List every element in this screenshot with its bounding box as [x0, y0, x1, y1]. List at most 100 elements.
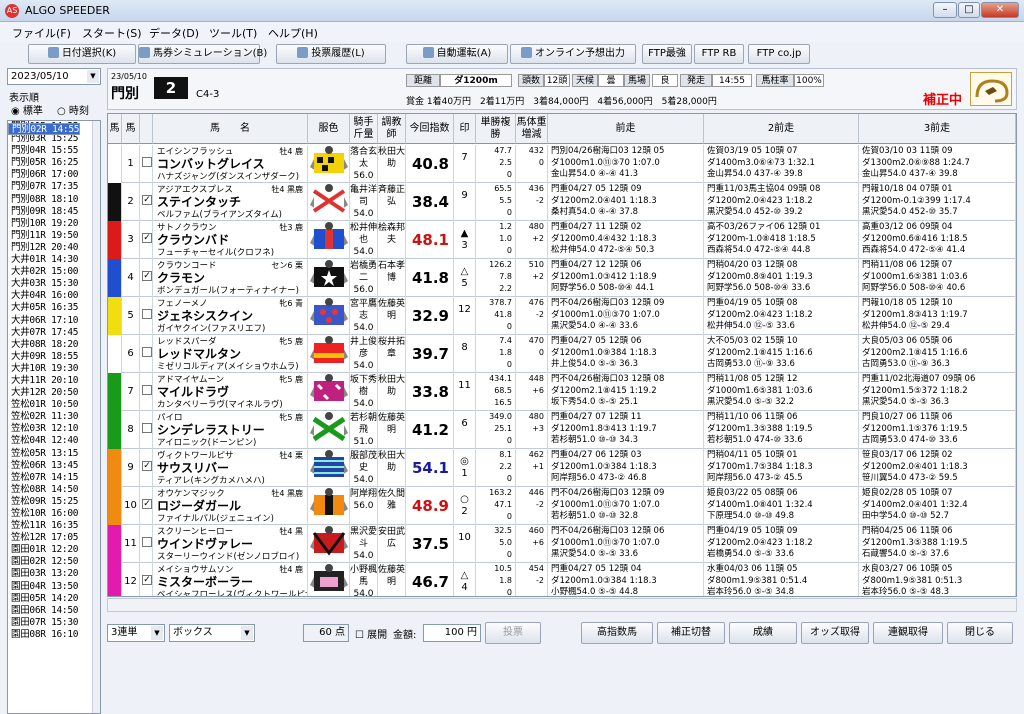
table-row[interactable]: 8 パイロ 牝5 鹿シンデレラストリー アイロニック(ドーンピン) 若杉朝飛 51.0 佐… — [108, 411, 1016, 449]
race-list-item[interactable]: 大井12R 20:50 — [8, 387, 100, 399]
prediction-mark-cell[interactable]: ○ 2 — [454, 487, 476, 525]
checkbox-unchecked-icon[interactable] — [142, 537, 152, 547]
horse-name[interactable]: マイルドラヴ — [157, 386, 304, 399]
race-list-item[interactable]: 門別04R 15:55 — [8, 145, 100, 157]
race-list-item[interactable]: 園田07R 15:30 — [8, 617, 100, 629]
prev-race-p3[interactable]: 笹良03/17 06 12頭 02 ダ1200m2.0④401 1:18.3 笹川翼… — [859, 449, 1016, 487]
race-list-item[interactable]: 笠松11R 16:35 — [8, 520, 100, 532]
horse-name[interactable]: サウスリバー — [157, 462, 304, 475]
prev-race-p2[interactable]: 門稍04/11 05 10頭 01 ダ1700m1.7⑤384 1:18.3 阿岸翔… — [704, 449, 859, 487]
race-list-item[interactable]: 大井11R 20:10 — [8, 375, 100, 387]
horse-name[interactable]: クラモン — [157, 272, 304, 285]
menu-start[interactable]: スタート(S) — [82, 25, 142, 41]
race-list-item[interactable]: 園田03R 13:20 — [8, 568, 100, 580]
prediction-mark-cell[interactable]: 9 — [454, 183, 476, 221]
race-list-item[interactable]: 大井05R 16:35 — [8, 302, 100, 314]
race-list-item[interactable]: 門別05R 16:25 — [8, 157, 100, 169]
race-list-item[interactable]: 笠松10R 16:00 — [8, 508, 100, 520]
horse-name-cell[interactable]: オウケンマジック 牡4 黒鹿 ロジーダガール ファイナルパル(ジェニュイン) — [153, 487, 308, 525]
prev-race-p3[interactable]: 水良03/27 06 10頭 05 ダ800m1.9⑤381 0:51.3 岩本玲5… — [859, 563, 1016, 596]
prediction-mark-cell[interactable]: 12 — [454, 297, 476, 335]
checkbox-checked-icon[interactable]: ✓ — [142, 233, 152, 243]
checkbox-checked-icon[interactable]: ✓ — [142, 195, 152, 205]
table-row[interactable]: 12 ✓ メイショウサムソン 牡4 鹿ミスターボーラー ベイシャフローレス(ヴィクトワー… — [108, 563, 1016, 596]
ftp-rb-button[interactable]: FTP RB — [694, 44, 744, 64]
prev-race-p2[interactable]: 門重04/19 05 10頭 09 ダ1200m2.0④423 1:18.2 岩橋勇… — [704, 525, 859, 563]
checkbox-unchecked-icon[interactable] — [142, 309, 152, 319]
vote-history-button[interactable]: 投票履歴(L) — [276, 44, 386, 64]
table-row[interactable]: 5 フェノーメノ 牝6 青ジェネシスクイン ガイヤクイン(ファスリエフ) 宮平鷹志 54… — [108, 297, 1016, 335]
checkbox-checked-icon[interactable]: ✓ — [142, 499, 152, 509]
checkbox-checked-icon[interactable]: ✓ — [142, 575, 152, 585]
select-checkbox[interactable]: ✓ — [140, 259, 153, 297]
horse-name-cell[interactable]: フェノーメノ 牝6 青ジェネシスクイン ガイヤクイン(ファスリエフ) — [153, 297, 308, 335]
prev-race-p1[interactable]: 門重04/27 06 12頭 03 ダ1200m1.0③384 1:18.3 阿岸翔… — [548, 449, 704, 487]
prev-race-p2[interactable]: 姫良03/22 05 08頭 06 ダ1400m1.0⑧401 1:32.4 下原理… — [704, 487, 859, 525]
horse-name[interactable]: ジェネシスクイン — [157, 310, 304, 323]
prev-race-p1[interactable]: 門重04/27 12 12頭 06 ダ1200m1.0③412 1:18.9 阿野学… — [548, 259, 704, 297]
table-row[interactable]: 2 ✓ アジアエクスプレス 牡4 黒鹿 ステインタッチ ベルファム(ブライアンズタイム) 亀… — [108, 183, 1016, 221]
race-list-item[interactable]: 笠松02R 11:30 — [8, 411, 100, 423]
select-checkbox[interactable] — [140, 411, 153, 449]
horizontal-scrollbar[interactable] — [107, 598, 1017, 612]
race-list-item[interactable]: 大井06R 17:10 — [8, 315, 100, 327]
correction-toggle-button[interactable]: 補正切替 — [657, 622, 725, 644]
prev-race-p1[interactable]: 門不04/26樹海口03 12頭 06 ダ1000m1.0⑪③70 1:07.0 黒… — [548, 525, 704, 563]
chevron-down-icon[interactable]: ▼ — [87, 70, 99, 83]
race-list-item[interactable]: 門別09R 18:45 — [8, 206, 100, 218]
checkbox-unchecked-icon[interactable] — [142, 157, 152, 167]
prev-race-p2[interactable]: 高不03/26ファイ06 12頭 01 ダ1200m-1.0⑧418 1:18.5… — [704, 221, 859, 259]
horse-name-cell[interactable]: アジアエクスプレス 牡4 黒鹿 ステインタッチ ベルファム(ブライアンズタイム) — [153, 183, 308, 221]
prev-race-p3[interactable]: 門良10/27 06 11頭 06 ダ1200m1.1⑤376 1:19.5 古岡勇… — [859, 411, 1016, 449]
prev-race-p3[interactable]: 大良05/03 06 05頭 06 ダ1200m2.1⑧415 1:16.6 古岡勇… — [859, 335, 1016, 373]
select-checkbox[interactable] — [140, 297, 153, 335]
vote-button[interactable]: 投票 — [485, 622, 541, 644]
race-list-item[interactable]: 笠松05R 13:15 — [8, 448, 100, 460]
prev-race-p1[interactable]: 門別04/26樹海口03 12頭 05 ダ1000m1.0⑪③70 1:07.0 金… — [548, 145, 704, 183]
high-index-button[interactable]: 高指数馬 — [581, 622, 653, 644]
spread-checkbox[interactable]: ☐ 展開 — [355, 626, 387, 641]
prev-race-p1[interactable]: 門不04/26樹海口03 12頭 09 ダ1000m1.0⑪③70 1:07.0 若… — [548, 487, 704, 525]
horse-name[interactable]: ロジーダガール — [157, 500, 304, 513]
race-list-item[interactable]: 門別12R 20:40 — [8, 242, 100, 254]
prediction-mark-cell[interactable]: ▲ 3 — [454, 221, 476, 259]
race-list-item[interactable]: 大井03R 15:30 — [8, 278, 100, 290]
date-select[interactable]: 2023/05/10 ▼ — [7, 68, 101, 85]
horse-name[interactable]: ウインドヴァレー — [157, 538, 304, 551]
race-list-item[interactable]: 笠松04R 12:40 — [8, 435, 100, 447]
prev-race-p3[interactable]: 門稍11/08 06 12頭 07 ダ1000m1.6⑤381 1:03.6 阿野学… — [859, 259, 1016, 297]
prev-race-p1[interactable]: 門重04/27 07 12頭 11 ダ1200m1.8③413 1:19.7 若杉朝… — [548, 411, 704, 449]
race-list-item[interactable]: 笠松06R 13:45 — [8, 460, 100, 472]
prev-race-p1[interactable]: 門重04/27 05 12頭 09 ダ1200m2.0④401 1:18.3 桑村真… — [548, 183, 704, 221]
checkbox-unchecked-icon[interactable] — [142, 423, 152, 433]
close-window-button[interactable]: ✕ — [981, 2, 1019, 18]
bet-method-select[interactable]: ボックス ▼ — [169, 624, 255, 642]
prev-race-p3[interactable]: 高重03/12 06 09頭 04 ダ1200m0.6⑧416 1:18.5 西森将… — [859, 221, 1016, 259]
prev-race-p1[interactable]: 門重04/27 05 12頭 06 ダ1200m1.0⑨384 1:18.3 井上俊… — [548, 335, 704, 373]
race-list-item[interactable]: 大井07R 17:45 — [8, 327, 100, 339]
prediction-mark-cell[interactable]: ◎ 1 — [454, 449, 476, 487]
prediction-mark-cell[interactable]: 7 — [454, 145, 476, 183]
prev-race-p2[interactable]: 門稍11/08 05 12頭 12 ダ1000m1.6⑤381 1:03.6 黒沢愛… — [704, 373, 859, 411]
race-list-item[interactable]: 門別07R 17:35 — [8, 181, 100, 193]
race-list-item[interactable]: 園田04R 13:50 — [8, 581, 100, 593]
auto-run-button[interactable]: 自動運転(A) — [406, 44, 508, 64]
prediction-mark-cell[interactable]: 8 — [454, 335, 476, 373]
checkbox-unchecked-icon[interactable] — [142, 347, 152, 357]
horse-name-cell[interactable]: サトノクラウン 牡3 鹿クラウンバド フューチャーセイル(クロフネ) — [153, 221, 308, 259]
prev-race-p2[interactable]: 門重04/19 05 10頭 08 ダ1200m2.0④423 1:18.2 松井伸… — [704, 297, 859, 335]
horse-name-cell[interactable]: パイロ 牝5 鹿シンデレラストリー アイロニック(ドーンピン) — [153, 411, 308, 449]
table-row[interactable]: 11 スクリーンヒーロー 牡4 黒ウインドヴァレー スターリーウインド(ゼンノロブロイ… — [108, 525, 1016, 563]
prev-race-p2[interactable]: 門稍04/20 03 12頭 08 ダ1200m0.8⑨401 1:19.3 阿野学… — [704, 259, 859, 297]
race-list-item[interactable]: 大井01R 14:30 — [8, 254, 100, 266]
horse-name[interactable]: ステインタッチ — [157, 196, 304, 209]
race-list-item[interactable]: 大井08R 18:20 — [8, 339, 100, 351]
radio-standard[interactable]: ◉ 標準 — [11, 102, 43, 117]
amount-input[interactable]: 100 円 — [423, 624, 481, 642]
menu-tools[interactable]: ツール(T) — [209, 25, 257, 41]
ftp-saikyo-button[interactable]: FTP最強 — [642, 44, 692, 64]
ticket-simulation-button[interactable]: 馬券シミュレーション(B) — [138, 44, 267, 64]
race-list-item[interactable]: 笠松08R 14:50 — [8, 484, 100, 496]
select-checkbox[interactable] — [140, 145, 153, 183]
radio-time[interactable]: ○ 時刻 — [57, 102, 89, 117]
